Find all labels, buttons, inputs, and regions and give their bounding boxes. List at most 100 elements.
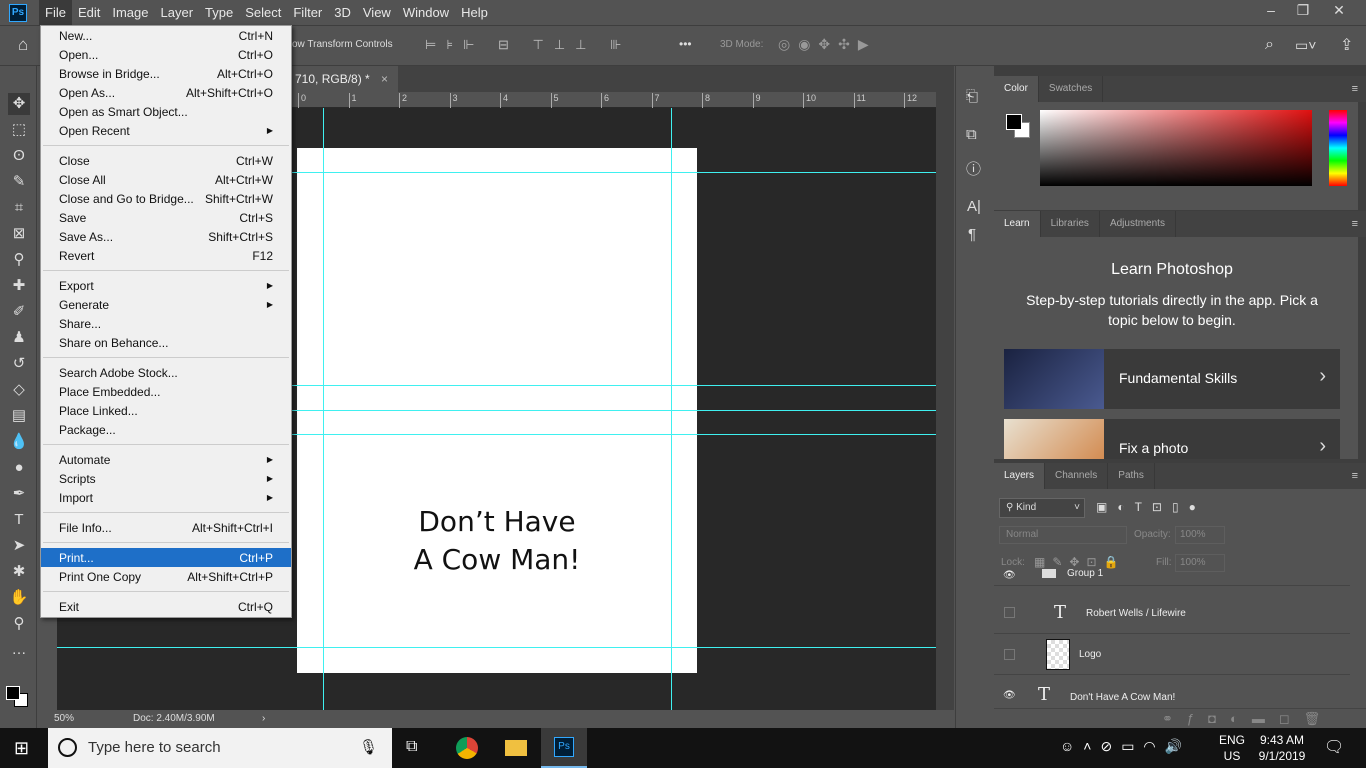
file-menu-item[interactable]: Search Adobe Stock...	[41, 363, 291, 382]
tab-paths[interactable]: Paths	[1108, 463, 1155, 489]
menu-file[interactable]: File	[39, 0, 72, 25]
opacity-field[interactable]: 100%	[1175, 526, 1225, 544]
status-menu-arrow[interactable]: ›	[262, 710, 265, 728]
share-icon[interactable]: ⇪	[1340, 35, 1353, 55]
file-menu-item[interactable]: Open as Smart Object...	[41, 102, 291, 121]
menu-edit[interactable]: Edit	[72, 0, 106, 25]
path-selection-icon[interactable]: ➤	[8, 535, 30, 557]
magic-wand-icon[interactable]: ✎	[8, 171, 30, 193]
clock[interactable]: 9:43 AM 9/1/2019	[1258, 732, 1306, 764]
file-menu-item[interactable]: Save Ctrl+S	[41, 208, 291, 227]
hand-tool-icon[interactable]: ✋	[8, 587, 30, 609]
file-menu-item[interactable]: Place Linked...	[41, 401, 291, 420]
visibility-eye-icon[interactable]: 👁	[1003, 690, 1016, 701]
zoom-tool-icon[interactable]: ⚲	[8, 613, 30, 635]
eyedropper-icon[interactable]: ⚲	[8, 249, 30, 271]
restore-button[interactable]: ❐	[1286, 0, 1320, 20]
file-menu-item[interactable]: Close and Go to Bridge... Shift+Ctrl+W	[41, 189, 291, 208]
file-menu-item[interactable]: Export ▶	[41, 276, 291, 295]
tab-adjustments[interactable]: Adjustments	[1100, 211, 1176, 237]
blur-tool-icon[interactable]: 💧	[8, 431, 30, 453]
visibility-toggle[interactable]	[1004, 607, 1015, 618]
marquee-tool-icon[interactable]: ⬚	[8, 119, 30, 141]
document-tab[interactable]: 710, RGB/8) * ×	[285, 66, 399, 92]
color-spectrum[interactable]	[1040, 110, 1312, 186]
tab-color[interactable]: Color	[994, 76, 1039, 102]
menu-type[interactable]: Type	[199, 0, 239, 25]
search-icon[interactable]: ⌕	[1265, 36, 1274, 54]
file-menu-item[interactable]: Open Recent ▶	[41, 121, 291, 140]
menu-view[interactable]: View	[357, 0, 397, 25]
chrome-icon[interactable]	[456, 737, 478, 759]
tutorial-card[interactable]: Fix a photo ›	[1004, 419, 1340, 459]
crop-tool-icon[interactable]: ⌗	[8, 197, 30, 219]
file-menu-item[interactable]: Share...	[41, 314, 291, 333]
show-transform-controls-label[interactable]: ow Transform Controls	[292, 39, 393, 50]
file-menu-item[interactable]: Print... Ctrl+P	[41, 548, 291, 567]
workspace-icon[interactable]: ▭˅	[1295, 37, 1316, 54]
home-icon[interactable]: ⌂	[18, 35, 28, 55]
guide-vertical[interactable]	[671, 108, 672, 710]
align-icons[interactable]: ⊨⊧⊩ ⊟ ⊤⊥⊥ ⊪	[425, 37, 631, 53]
taskbar-search-box[interactable]: Type here to search 🎙	[48, 728, 392, 768]
tab-channels[interactable]: Channels	[1045, 463, 1109, 489]
character-icon[interactable]: A|	[967, 198, 981, 215]
file-menu-item[interactable]: Place Embedded...	[41, 382, 291, 401]
brush-tool-icon[interactable]: ✐	[8, 301, 30, 323]
3d-panel-icon[interactable]: ⧉	[966, 126, 977, 143]
zoom-level[interactable]: 50%	[54, 710, 74, 728]
menu-image[interactable]: Image	[106, 0, 154, 25]
paragraph-icon[interactable]: ¶	[968, 226, 976, 243]
menu-layer[interactable]: Layer	[155, 0, 200, 25]
microphone-icon[interactable]: 🎙	[359, 728, 378, 768]
panel-menu-icon[interactable]: ≡	[1352, 218, 1358, 230]
more-tools-icon[interactable]: …	[8, 639, 30, 661]
menu-select[interactable]: Select	[239, 0, 287, 25]
gradient-tool-icon[interactable]: ▤	[8, 405, 30, 427]
layer-row[interactable]: T Robert Wells / Lifewire	[994, 593, 1350, 634]
layer-row[interactable]: Logo	[994, 634, 1350, 675]
file-menu-item[interactable]: Scripts ▶	[41, 469, 291, 488]
system-tray-icons[interactable]: ☺˄⊘▭◠🔊	[1060, 738, 1191, 755]
stamp-tool-icon[interactable]: ♟	[8, 327, 30, 349]
windows-start-icon[interactable]: ⊞	[14, 738, 29, 759]
task-view-icon[interactable]: ⧉	[406, 738, 417, 756]
file-menu-item[interactable]: File Info... Alt+Shift+Ctrl+I	[41, 518, 291, 537]
lasso-tool-icon[interactable]: ʘ	[8, 145, 30, 167]
tab-layers[interactable]: Layers	[994, 463, 1046, 489]
file-menu-item[interactable]: Revert F12	[41, 246, 291, 265]
menu-filter[interactable]: Filter	[287, 0, 328, 25]
history-icon[interactable]: ⎗	[966, 88, 978, 105]
foreground-color-swatch[interactable]	[6, 686, 20, 700]
close-tab-icon[interactable]: ×	[381, 72, 388, 86]
file-menu-item[interactable]: Package...	[41, 420, 291, 439]
foreground-color[interactable]	[1006, 114, 1022, 130]
history-brush-icon[interactable]: ↺	[8, 353, 30, 375]
panel-menu-icon[interactable]: ≡	[1352, 470, 1358, 482]
frame-tool-icon[interactable]: ⊠	[8, 223, 30, 245]
eraser-icon[interactable]: ◇	[8, 379, 30, 401]
hue-slider[interactable]	[1329, 110, 1347, 186]
more-options-icon[interactable]: •••	[679, 37, 692, 51]
panel-menu-icon[interactable]: ≡	[1352, 83, 1358, 95]
file-menu-item[interactable]: Close All Alt+Ctrl+W	[41, 170, 291, 189]
dodge-tool-icon[interactable]: ●	[8, 457, 30, 479]
menu-3d[interactable]: 3D	[328, 0, 357, 25]
type-tool-icon[interactable]: T	[8, 509, 30, 531]
file-menu-item[interactable]: Automate ▶	[41, 450, 291, 469]
pen-tool-icon[interactable]: ✒	[8, 483, 30, 505]
canvas-scrollbar[interactable]	[936, 92, 954, 710]
guide-horizontal[interactable]	[57, 647, 936, 648]
tab-swatches[interactable]: Swatches	[1039, 76, 1104, 102]
language-indicator[interactable]: ENG US	[1219, 732, 1245, 764]
file-menu-item[interactable]: Open As... Alt+Shift+Ctrl+O	[41, 83, 291, 102]
file-menu-item[interactable]: Exit Ctrl+Q	[41, 597, 291, 616]
close-window-button[interactable]: ✕	[1322, 0, 1356, 20]
file-menu-item[interactable]: Import ▶	[41, 488, 291, 507]
tab-learn[interactable]: Learn	[994, 211, 1041, 237]
file-menu-item[interactable]: Open... Ctrl+O	[41, 45, 291, 64]
info-icon[interactable]: ⓘ	[966, 158, 981, 179]
menu-help[interactable]: Help	[455, 0, 494, 25]
guide-vertical[interactable]	[323, 108, 324, 710]
visibility-toggle[interactable]	[1004, 649, 1015, 660]
